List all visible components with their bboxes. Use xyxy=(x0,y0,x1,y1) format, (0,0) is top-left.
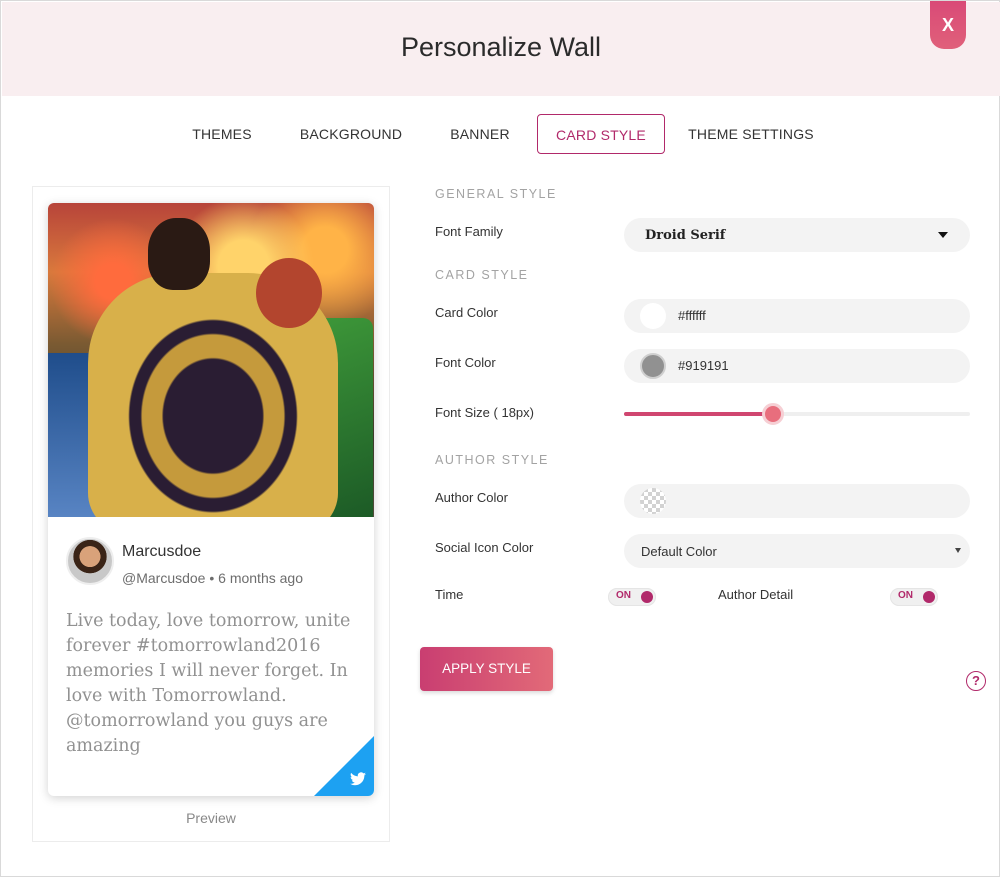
social-corner xyxy=(314,736,374,796)
avatar xyxy=(66,537,114,585)
transparent-swatch-icon[interactable] xyxy=(640,488,666,514)
font-color-picker[interactable]: #919191 xyxy=(624,349,970,383)
author-detail-toggle[interactable]: ON xyxy=(890,588,938,606)
font-family-label: Font Family xyxy=(435,224,503,239)
time-toggle[interactable]: ON xyxy=(608,588,656,606)
font-color-label: Font Color xyxy=(435,355,496,370)
card-color-swatch[interactable] xyxy=(640,303,666,329)
help-icon[interactable]: ? xyxy=(966,671,986,691)
author-meta: @Marcusdoe • 6 months ago xyxy=(122,570,303,586)
card-style-heading: CARD STYLE xyxy=(435,268,529,282)
time-toggle-state: ON xyxy=(616,590,631,601)
font-color-swatch[interactable] xyxy=(640,353,666,379)
font-size-slider-fill xyxy=(624,412,773,416)
author-color-label: Author Color xyxy=(435,490,508,505)
social-icon-color-select[interactable]: Default Color xyxy=(624,534,970,568)
toggle-knob xyxy=(923,591,935,603)
chevron-down-icon xyxy=(938,232,948,238)
toggle-knob xyxy=(641,591,653,603)
preview-card: Marcusdoe @Marcusdoe • 6 months ago Live… xyxy=(48,203,374,796)
font-size-slider[interactable] xyxy=(624,403,970,425)
tab-background[interactable]: BACKGROUND xyxy=(291,114,411,154)
apply-style-button[interactable]: APPLY STYLE xyxy=(420,647,553,691)
general-style-heading: GENERAL STYLE xyxy=(435,187,557,201)
time-label: Time xyxy=(435,587,464,602)
font-color-value: #919191 xyxy=(678,358,729,373)
font-size-label: Font Size ( 18px) xyxy=(435,405,534,420)
author-detail-label: Author Detail xyxy=(718,587,794,602)
social-icon-color-value: Default Color xyxy=(641,544,717,559)
font-size-slider-thumb[interactable] xyxy=(761,403,784,425)
personalize-wall-modal: Personalize Wall X THEMES BACKGROUND BAN… xyxy=(0,0,1000,877)
tab-banner[interactable]: BANNER xyxy=(441,114,519,154)
tab-theme-settings[interactable]: THEME SETTINGS xyxy=(685,114,817,154)
chevron-down-icon xyxy=(955,548,961,553)
modal-title: Personalize Wall xyxy=(400,32,602,62)
twitter-icon xyxy=(350,772,366,786)
author-style-heading: AUTHOR STYLE xyxy=(435,453,549,467)
modal-header: Personalize Wall xyxy=(2,2,1000,96)
font-family-value: Droid Serif xyxy=(645,228,726,243)
card-author: Marcusdoe @Marcusdoe • 6 months ago xyxy=(66,537,356,587)
author-detail-toggle-state: ON xyxy=(898,590,913,601)
card-color-picker[interactable]: #ffffff xyxy=(624,299,970,333)
preview-label: Preview xyxy=(186,810,236,826)
tab-card-style[interactable]: CARD STYLE xyxy=(537,114,665,154)
author-color-picker[interactable] xyxy=(624,484,970,518)
card-photo xyxy=(48,203,374,517)
author-name: Marcusdoe xyxy=(122,543,202,560)
card-color-label: Card Color xyxy=(435,305,498,320)
tab-bar: THEMES BACKGROUND BANNER CARD STYLE THEM… xyxy=(1,114,1000,154)
social-icon-color-label: Social Icon Color xyxy=(435,540,534,555)
tab-themes[interactable]: THEMES xyxy=(181,114,263,154)
font-family-select[interactable]: Droid Serif xyxy=(624,218,970,252)
close-button[interactable]: X xyxy=(930,1,966,49)
card-color-value: #ffffff xyxy=(678,308,706,323)
